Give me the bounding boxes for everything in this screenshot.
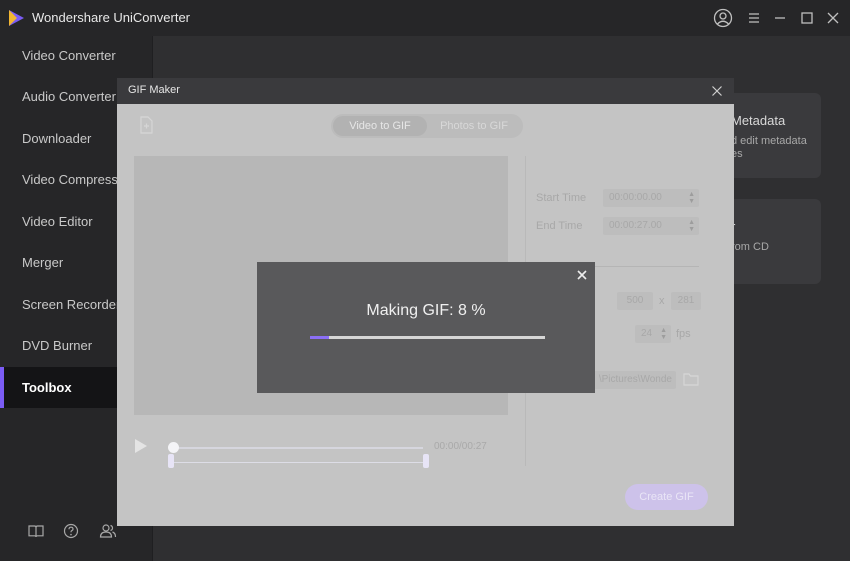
playback-knob[interactable] — [168, 442, 179, 453]
card-text: rom CD — [731, 241, 769, 253]
play-icon[interactable] — [134, 438, 148, 454]
sidebar-item-label: Video Compressor — [22, 172, 130, 187]
app-logo-icon — [9, 10, 24, 26]
end-time-input[interactable]: 00:00:27.00 ▲ ▼ — [603, 217, 699, 235]
card-text: d edit metadata — [731, 135, 807, 147]
height-input[interactable]: 281 — [671, 292, 701, 310]
close-icon[interactable] — [574, 267, 590, 283]
uniconverter-window: Wondershare UniConverter Video Converter… — [0, 0, 850, 561]
playback-slider[interactable] — [173, 447, 423, 449]
progress-text: Making GIF: 8 % — [366, 302, 486, 319]
minimize-icon[interactable] — [770, 8, 790, 28]
dialog-close-icon[interactable] — [709, 83, 725, 99]
app-title: Wondershare UniConverter — [32, 10, 190, 25]
spinner-icon[interactable]: ▲ ▼ — [660, 327, 667, 341]
maximize-icon[interactable] — [797, 8, 817, 28]
start-time-label: Start Time — [536, 192, 587, 204]
progress-bar-fill — [310, 336, 329, 339]
sidebar-item-label: Video Converter — [22, 48, 116, 63]
book-icon[interactable] — [27, 522, 45, 540]
add-file-icon[interactable] — [139, 116, 155, 134]
frame-rate-value: 24 — [641, 328, 653, 339]
progress-dialog: Making GIF: 8 % — [257, 262, 595, 393]
sidebar-item-label: Audio Converter — [22, 89, 116, 104]
timecode: 00:00/00:27 — [434, 441, 487, 452]
frame-rate-unit: fps — [676, 328, 691, 340]
sidebar-item-label: DVD Burner — [22, 338, 93, 353]
frame-rate-input[interactable]: 24 ▲ ▼ — [635, 325, 671, 343]
start-time-value: 00:00:00.00 — [609, 192, 662, 203]
spinner-icon[interactable]: ▲ ▼ — [688, 219, 695, 233]
size-separator: x — [659, 295, 665, 307]
end-time-value: 00:00:27.00 — [609, 220, 662, 231]
title-bar: Wondershare UniConverter — [0, 0, 850, 36]
progress-bar — [310, 336, 545, 339]
start-time-input[interactable]: 00:00:00.00 ▲ ▼ — [603, 189, 699, 207]
trim-start-handle[interactable] — [168, 454, 174, 468]
account-icon[interactable] — [713, 8, 733, 28]
close-icon[interactable] — [823, 8, 843, 28]
account-icon[interactable] — [99, 522, 117, 540]
source-tabs: Video to GIF Photos to GIF — [331, 114, 523, 138]
trim-end-handle[interactable] — [423, 454, 429, 468]
menu-icon[interactable] — [744, 8, 764, 28]
sidebar-item-label: Video Editor — [22, 214, 93, 229]
trim-range[interactable] — [173, 462, 429, 463]
dialog-title: GIF Maker — [128, 84, 180, 96]
width-input[interactable]: 500 — [617, 292, 653, 310]
sidebar-item-video-converter[interactable]: Video Converter — [0, 36, 153, 76]
card-title: Metadata — [731, 113, 786, 128]
sidebar-item-label: Toolbox — [22, 380, 72, 395]
spinner-icon[interactable]: ▲ ▼ — [688, 191, 695, 205]
tab-video-to-gif[interactable]: Video to GIF — [333, 116, 427, 136]
dialog-header: GIF Maker — [117, 78, 734, 104]
sidebar-item-label: Downloader — [22, 131, 92, 146]
create-gif-button[interactable]: Create GIF — [625, 484, 708, 510]
sidebar-item-label: Merger — [22, 255, 64, 270]
help-icon[interactable] — [62, 522, 80, 540]
sidebar-item-label: Screen Recorder — [22, 297, 121, 312]
folder-icon[interactable] — [683, 372, 699, 386]
end-time-label: End Time — [536, 220, 583, 232]
tab-photos-to-gif[interactable]: Photos to GIF — [427, 116, 521, 136]
